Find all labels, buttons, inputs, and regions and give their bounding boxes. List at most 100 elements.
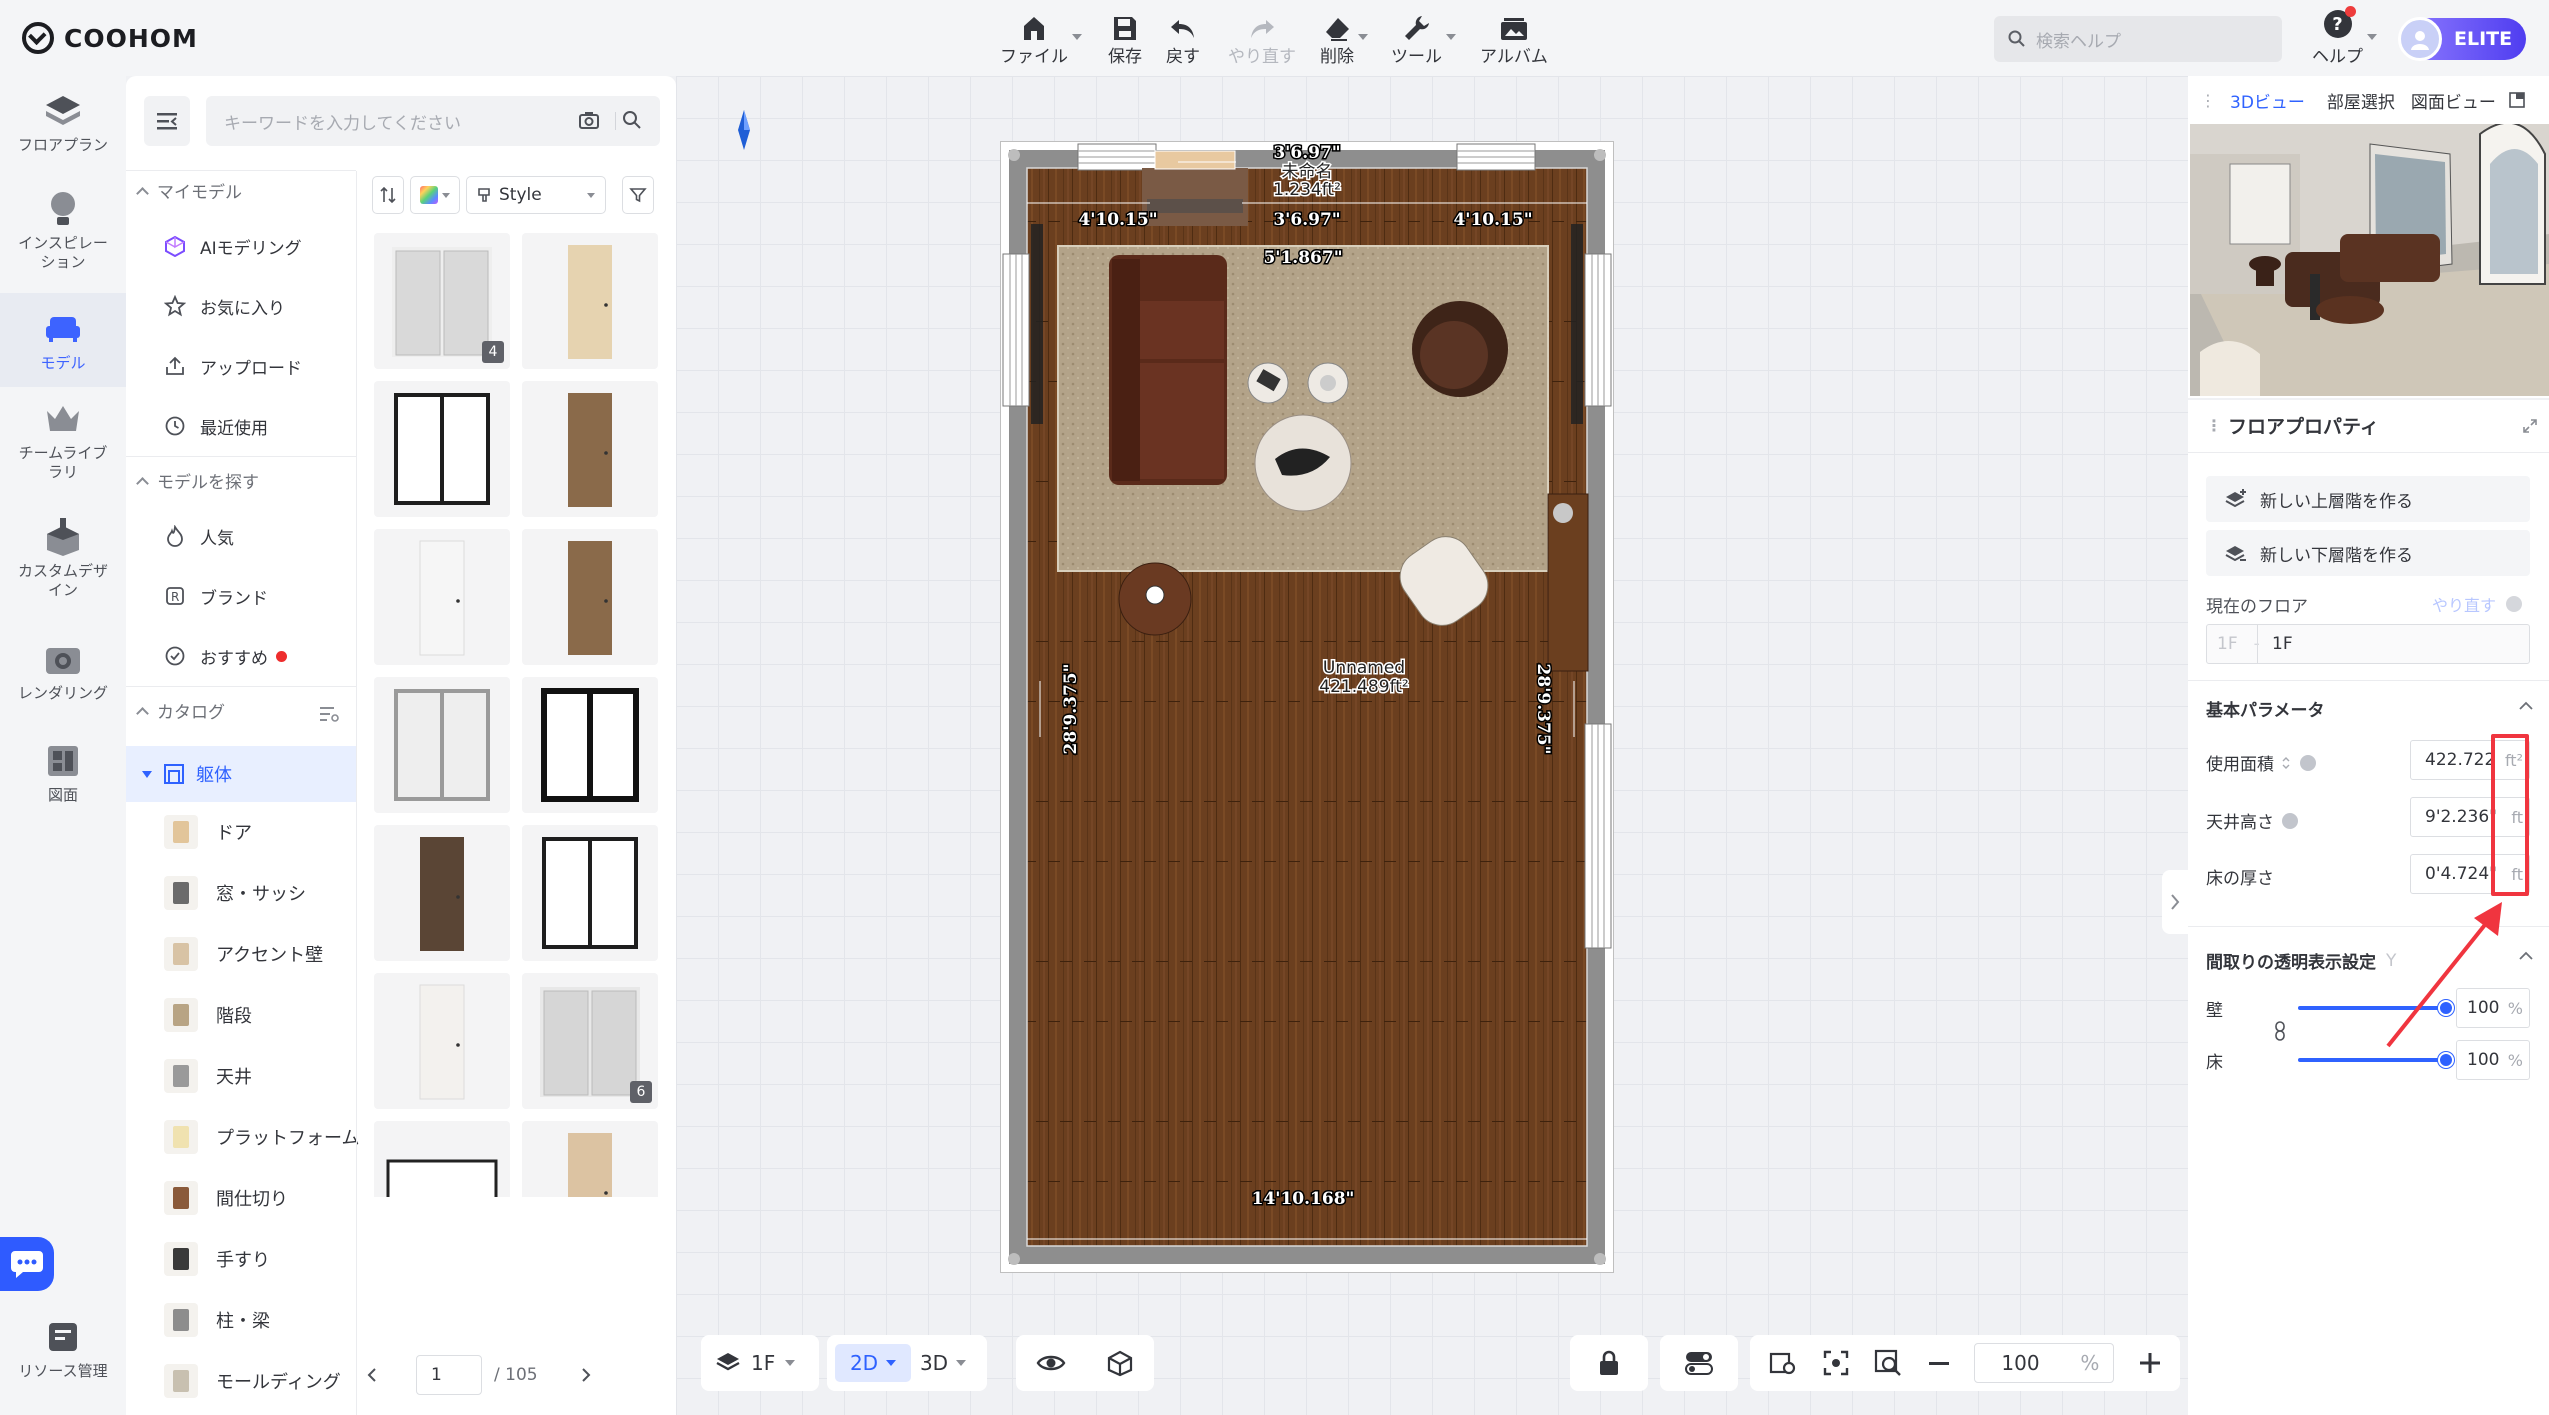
tools-menu-button[interactable]: ツール (1391, 10, 1456, 67)
model-tile[interactable]: 4 (374, 233, 510, 369)
undo-button[interactable]: 戻す (1166, 10, 1200, 67)
model-tile[interactable] (374, 677, 510, 813)
slider-knob[interactable] (2438, 1052, 2454, 1068)
pillar-thumb-icon (164, 1303, 198, 1337)
nav-drawing[interactable]: 図面 (0, 740, 126, 805)
floorplan-icon (41, 90, 85, 132)
caret-down-icon (886, 1360, 897, 1366)
lock-button[interactable] (1570, 1335, 1648, 1391)
top-bar: COOHOM ファイル 保存 戻す やり直す 削除 ツール アルバム 検索ヘルプ… (0, 0, 2549, 76)
fit-view-icon[interactable] (1768, 1349, 1798, 1377)
model-thumbnail (419, 540, 465, 656)
popout-icon[interactable] (2508, 91, 2526, 109)
zoom-search-icon[interactable] (1873, 1348, 1903, 1378)
model-tile[interactable] (522, 529, 658, 665)
round-stool (1118, 562, 1192, 636)
chat-support-button[interactable] (0, 1237, 54, 1291)
delete-menu-button[interactable]: 削除 (1320, 10, 1368, 67)
current-floor-redo[interactable]: やり直す (2432, 592, 2523, 616)
album-button[interactable]: アルバム (1480, 10, 1548, 67)
model-thumbnail (394, 689, 490, 801)
model-thumbnail (541, 688, 639, 802)
account-badge[interactable]: ELITE (2398, 17, 2526, 61)
model-tile[interactable] (522, 233, 658, 369)
expand-icon[interactable] (2522, 418, 2538, 434)
logo-text: COOHOM (64, 23, 198, 53)
catalog-item-8[interactable]: 手すり (164, 1235, 270, 1283)
nav-floorplan[interactable]: フロアプラン (0, 90, 126, 155)
catalog-item-10[interactable]: モールディング (164, 1357, 341, 1405)
zoom-out-icon[interactable] (1927, 1351, 1951, 1375)
eye-icon[interactable] (1036, 1352, 1066, 1374)
sofa-icon (41, 308, 85, 350)
side-table-2 (1307, 362, 1349, 404)
floor-selector[interactable]: 1F (701, 1335, 819, 1391)
panel-expand-button[interactable] (2162, 870, 2188, 934)
nav-team-library[interactable]: チームライブラリ (0, 398, 126, 482)
create-lower-floor-button[interactable]: 新しい下層階を作る (2206, 530, 2530, 576)
chevron-right-icon (2171, 894, 2180, 910)
model-tile[interactable] (374, 381, 510, 517)
undo-icon (1169, 10, 1197, 42)
model-tile[interactable] (374, 529, 510, 665)
model-tile[interactable] (522, 381, 658, 517)
chevron-left-icon[interactable] (366, 1366, 378, 1384)
current-floor-field[interactable]: 1F - 1F (2206, 624, 2530, 664)
zoom-input[interactable]: 100% (1974, 1343, 2115, 1383)
create-upper-floor-button[interactable]: 新しい上層階を作る (2206, 476, 2530, 522)
drag-handle-icon[interactable]: ⋮ (2200, 91, 2216, 110)
model-tile[interactable] (374, 973, 510, 1109)
page-number-input[interactable]: 1 (416, 1355, 482, 1395)
tab-room-select[interactable]: 部屋選択 (2327, 88, 2395, 113)
cube-view-icon[interactable] (1106, 1349, 1134, 1377)
file-menu-button[interactable]: ファイル (1000, 10, 1082, 67)
compass-icon[interactable] (736, 110, 752, 150)
tab-3d-view[interactable]: 3Dビュー (2230, 88, 2305, 113)
catalog-item-9[interactable]: 柱・梁 (164, 1296, 270, 1344)
model-tile[interactable] (522, 677, 658, 813)
nav-inspiration[interactable]: インスピレーション (0, 188, 126, 272)
model-thumbnail (568, 1133, 612, 1197)
help-caret-icon (2367, 34, 2377, 40)
nav-resource-management[interactable]: リソース管理 (0, 1316, 126, 1381)
model-tile[interactable] (522, 825, 658, 961)
model-thumbnail (568, 245, 612, 359)
model-thumbnail (542, 837, 638, 949)
pagination: 1 / 105 (366, 1351, 666, 1399)
floor-plan[interactable]: 3'6.97" 3'6.97" 4'10.15" 4'10.15" 5'1.86… (1000, 141, 1614, 1273)
link-icon[interactable] (2274, 1020, 2286, 1042)
view-3d-button[interactable]: 3D (911, 1344, 975, 1382)
window-left (1002, 253, 1030, 407)
model-thumbnail (386, 1159, 498, 1197)
model-tile[interactable]: 6 (522, 973, 658, 1109)
chat-icon (11, 1251, 43, 1278)
help-button[interactable]: ? ヘルプ (2312, 6, 2363, 67)
focus-frame-icon[interactable] (1822, 1349, 1850, 1377)
save-icon (1112, 10, 1138, 42)
nav-custom-design[interactable]: カスタムデザイン (0, 516, 126, 600)
chevron-up-icon[interactable] (2518, 700, 2534, 712)
zoom-in-icon[interactable] (2138, 1351, 2162, 1375)
model-tile[interactable] (374, 1121, 510, 1197)
app-logo[interactable]: COOHOM (22, 20, 198, 56)
nav-rendering[interactable]: レンダリング (0, 638, 126, 703)
model-tile[interactable] (522, 1121, 658, 1197)
floor-transparency-slider[interactable] (2298, 1052, 2454, 1068)
redo-button[interactable]: やり直す (1228, 10, 1296, 67)
chevron-up-icon[interactable] (2518, 950, 2534, 962)
sort-arrows-icon[interactable] (2280, 755, 2292, 771)
chevron-right-icon[interactable] (580, 1366, 592, 1384)
help-search-input[interactable]: 検索ヘルプ (1994, 16, 2282, 62)
fireplace-area: 1.234ft² (1273, 180, 1341, 200)
drag-handle-icon[interactable]: ⋮ (2206, 416, 2222, 435)
toggle-settings-button[interactable] (1660, 1335, 1738, 1391)
model-thumbnail (568, 541, 612, 655)
fireplace-name: 未命名 (1282, 162, 1333, 182)
basic-params-title: 基本パラメータ (2206, 701, 2325, 721)
3d-viewport[interactable] (2190, 124, 2549, 396)
save-button[interactable]: 保存 (1108, 10, 1142, 67)
tab-drawing-view[interactable]: 図面ビュー (2411, 88, 2496, 113)
view-2d-button[interactable]: 2D (835, 1344, 911, 1382)
model-tile[interactable] (374, 825, 510, 961)
nav-model[interactable]: モデル (0, 293, 126, 387)
